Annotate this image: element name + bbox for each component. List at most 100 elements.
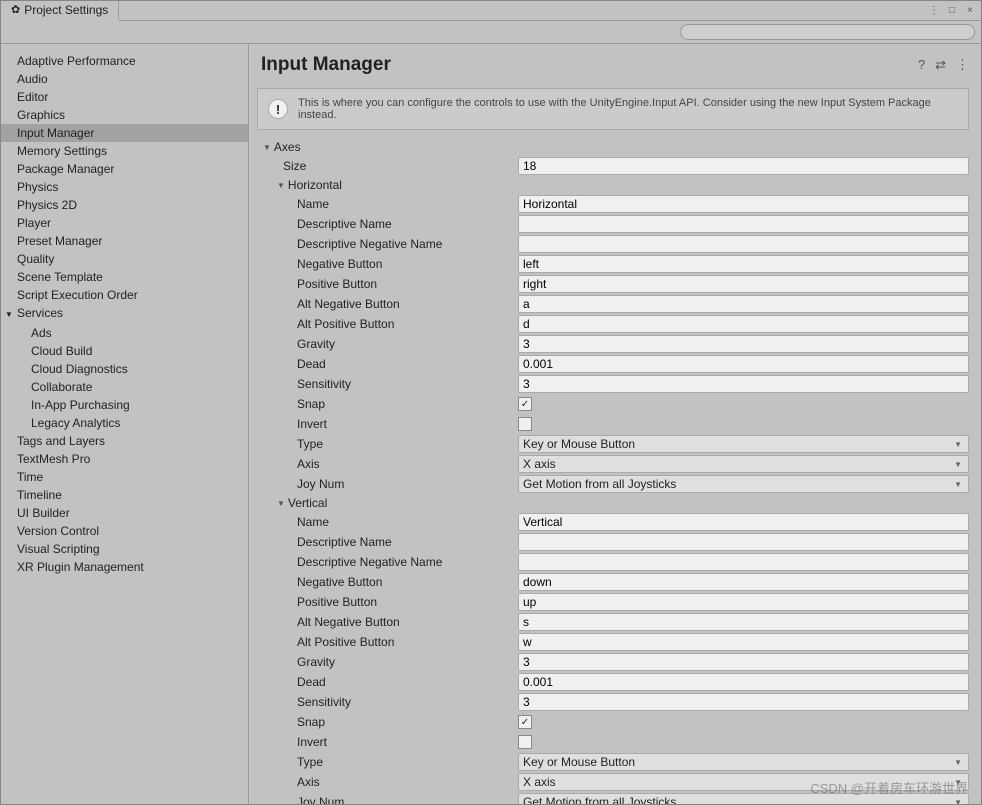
descriptive-negative-name-label: Descriptive Negative Name bbox=[297, 237, 518, 251]
sidebar-item-in-app-purchasing[interactable]: In-App Purchasing bbox=[1, 396, 248, 414]
positive-button-input[interactable] bbox=[518, 593, 969, 611]
sensitivity-label: Sensitivity bbox=[297, 377, 518, 391]
help-icon[interactable]: ? bbox=[918, 57, 925, 73]
sidebar-item-physics-2d[interactable]: Physics 2D bbox=[1, 196, 248, 214]
sidebar-item-graphics[interactable]: Graphics bbox=[1, 106, 248, 124]
alt-negative-button-input[interactable] bbox=[518, 295, 969, 313]
name-label: Name bbox=[297, 515, 518, 529]
negative-button-label: Negative Button bbox=[297, 575, 518, 589]
sidebar-item-input-manager[interactable]: Input Manager bbox=[1, 124, 248, 142]
sidebar-item-cloud-build[interactable]: Cloud Build bbox=[1, 342, 248, 360]
sidebar-item-legacy-analytics[interactable]: Legacy Analytics bbox=[1, 414, 248, 432]
gravity-input[interactable] bbox=[518, 335, 969, 353]
descriptive-name-input[interactable] bbox=[518, 215, 969, 233]
name-input[interactable] bbox=[518, 513, 969, 531]
size-input[interactable] bbox=[518, 157, 969, 175]
joy-num-select[interactable]: Get Motion from all Joysticks bbox=[518, 793, 969, 804]
page-title: Input Manager bbox=[261, 54, 391, 76]
type-select[interactable]: Key or Mouse Button bbox=[518, 753, 969, 771]
more-icon[interactable]: ⋮ bbox=[956, 57, 969, 73]
name-input[interactable] bbox=[518, 195, 969, 213]
sidebar-item-collaborate[interactable]: Collaborate bbox=[1, 378, 248, 396]
sidebar-item-services[interactable]: Services bbox=[1, 304, 248, 324]
sidebar-item-quality[interactable]: Quality bbox=[1, 250, 248, 268]
sidebar-item-scene-template[interactable]: Scene Template bbox=[1, 268, 248, 286]
sidebar-item-version-control[interactable]: Version Control bbox=[1, 522, 248, 540]
alt-positive-button-input[interactable] bbox=[518, 315, 969, 333]
sidebar-item-script-execution-order[interactable]: Script Execution Order bbox=[1, 286, 248, 304]
descriptive-name-label: Descriptive Name bbox=[297, 535, 518, 549]
negative-button-input[interactable] bbox=[518, 573, 969, 591]
axis-foldout-horizontal[interactable]: Horizontal bbox=[263, 176, 973, 194]
content: ! This is where you can configure the co… bbox=[249, 84, 981, 804]
gravity-label: Gravity bbox=[297, 655, 518, 669]
snap-checkbox[interactable]: ✓ bbox=[518, 397, 532, 411]
search-input[interactable] bbox=[680, 24, 975, 40]
axis-title: Horizontal bbox=[288, 178, 342, 192]
gravity-input[interactable] bbox=[518, 653, 969, 671]
sidebar-item-audio[interactable]: Audio bbox=[1, 70, 248, 88]
sidebar-item-player[interactable]: Player bbox=[1, 214, 248, 232]
sidebar-item-ads[interactable]: Ads bbox=[1, 324, 248, 342]
close-icon[interactable]: × bbox=[963, 4, 977, 18]
sidebar-item-time[interactable]: Time bbox=[1, 468, 248, 486]
descriptive-negative-name-input[interactable] bbox=[518, 553, 969, 571]
descriptive-negative-name-input[interactable] bbox=[518, 235, 969, 253]
snap-label: Snap bbox=[297, 397, 518, 411]
type-select[interactable]: Key or Mouse Button bbox=[518, 435, 969, 453]
descriptive-name-label: Descriptive Name bbox=[297, 217, 518, 231]
tab-project-settings[interactable]: ✿ Project Settings bbox=[1, 1, 119, 21]
info-icon: ! bbox=[268, 99, 288, 119]
positive-button-input[interactable] bbox=[518, 275, 969, 293]
joy-num-select[interactable]: Get Motion from all Joysticks bbox=[518, 475, 969, 493]
sidebar-item-physics[interactable]: Physics bbox=[1, 178, 248, 196]
sidebar: Adaptive PerformanceAudioEditorGraphicsI… bbox=[1, 44, 249, 804]
snap-checkbox[interactable]: ✓ bbox=[518, 715, 532, 729]
axis-label: Axis bbox=[297, 775, 518, 789]
gear-icon: ✿ bbox=[11, 3, 20, 16]
dead-input[interactable] bbox=[518, 673, 969, 691]
sidebar-item-visual-scripting[interactable]: Visual Scripting bbox=[1, 540, 248, 558]
sidebar-item-package-manager[interactable]: Package Manager bbox=[1, 160, 248, 178]
sidebar-item-memory-settings[interactable]: Memory Settings bbox=[1, 142, 248, 160]
toolbar: ⌕ bbox=[1, 21, 981, 44]
sidebar-item-adaptive-performance[interactable]: Adaptive Performance bbox=[1, 52, 248, 70]
descriptive-name-input[interactable] bbox=[518, 533, 969, 551]
axes-foldout[interactable]: Axes bbox=[263, 138, 973, 156]
sidebar-item-cloud-diagnostics[interactable]: Cloud Diagnostics bbox=[1, 360, 248, 378]
axis-select[interactable]: X axis bbox=[518, 455, 969, 473]
axis-foldout-vertical[interactable]: Vertical bbox=[263, 494, 973, 512]
axis-title: Vertical bbox=[288, 496, 327, 510]
sidebar-item-xr-plugin-management[interactable]: XR Plugin Management bbox=[1, 558, 248, 576]
sidebar-item-tags-and-layers[interactable]: Tags and Layers bbox=[1, 432, 248, 450]
dead-input[interactable] bbox=[518, 355, 969, 373]
sidebar-item-preset-manager[interactable]: Preset Manager bbox=[1, 232, 248, 250]
sidebar-item-textmesh-pro[interactable]: TextMesh Pro bbox=[1, 450, 248, 468]
alt-positive-button-input[interactable] bbox=[518, 633, 969, 651]
maximize-icon[interactable]: □ bbox=[945, 4, 959, 18]
positive-button-label: Positive Button bbox=[297, 595, 518, 609]
menu-icon[interactable]: ⋮ bbox=[927, 4, 941, 18]
preset-icon[interactable]: ⇄ bbox=[935, 57, 946, 73]
gravity-label: Gravity bbox=[297, 337, 518, 351]
negative-button-input[interactable] bbox=[518, 255, 969, 273]
info-box: ! This is where you can configure the co… bbox=[257, 88, 969, 130]
invert-label: Invert bbox=[297, 735, 518, 749]
sensitivity-input[interactable] bbox=[518, 375, 969, 393]
titlebar: ✿ Project Settings ⋮ □ × bbox=[1, 1, 981, 21]
chevron-down-icon bbox=[277, 499, 285, 508]
invert-checkbox[interactable] bbox=[518, 735, 532, 749]
chevron-down-icon bbox=[277, 181, 285, 190]
negative-button-label: Negative Button bbox=[297, 257, 518, 271]
axis-select[interactable]: X axis bbox=[518, 773, 969, 791]
joy-num-label: Joy Num bbox=[297, 477, 518, 491]
alt-positive-button-label: Alt Positive Button bbox=[297, 635, 518, 649]
alt-negative-button-input[interactable] bbox=[518, 613, 969, 631]
sidebar-item-ui-builder[interactable]: UI Builder bbox=[1, 504, 248, 522]
sidebar-item-editor[interactable]: Editor bbox=[1, 88, 248, 106]
sidebar-item-timeline[interactable]: Timeline bbox=[1, 486, 248, 504]
axis-label: Axis bbox=[297, 457, 518, 471]
sensitivity-input[interactable] bbox=[518, 693, 969, 711]
positive-button-label: Positive Button bbox=[297, 277, 518, 291]
invert-checkbox[interactable] bbox=[518, 417, 532, 431]
